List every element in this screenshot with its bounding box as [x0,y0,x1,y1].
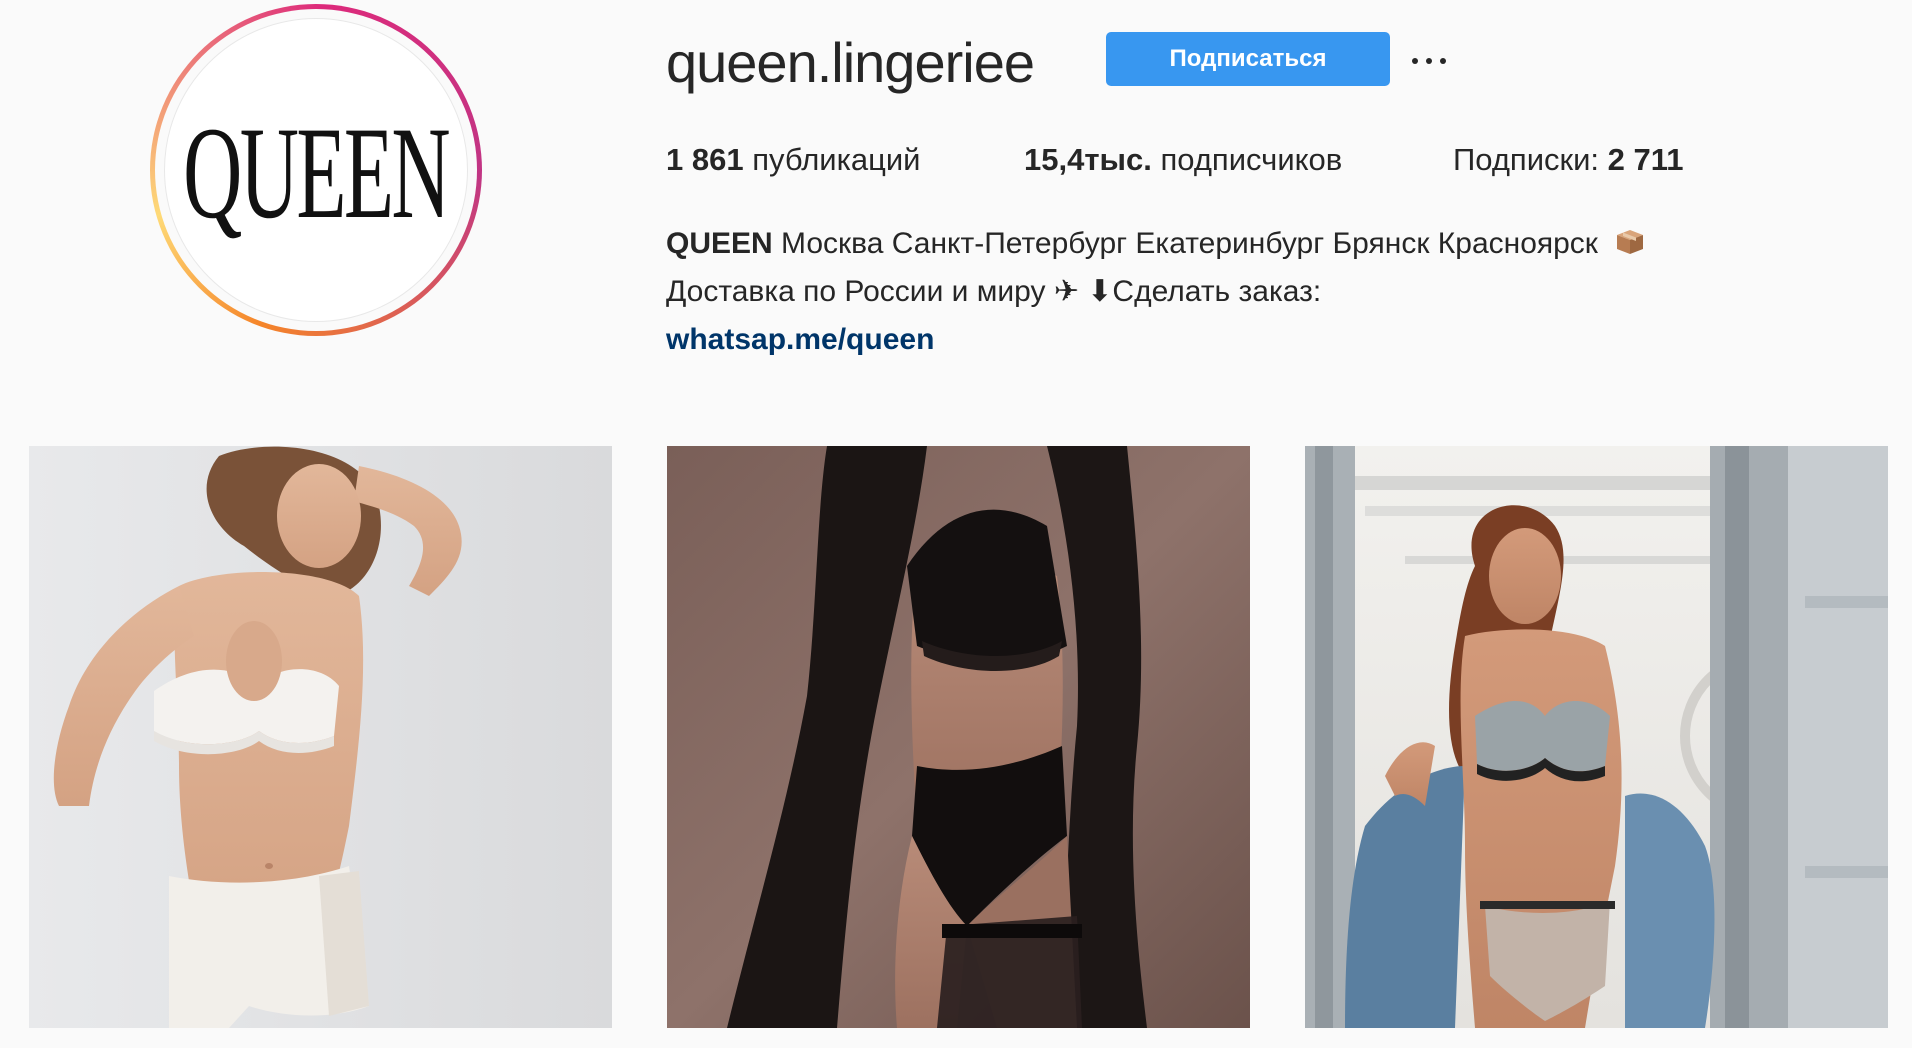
followers-label: подписчиков [1160,142,1343,177]
more-options-icon[interactable] [1412,44,1446,78]
more-dot [1440,58,1446,64]
followers-count: 15,4тыс. [1024,142,1152,177]
post-thumbnail[interactable] [29,446,612,1028]
avatar-logo-text: QUEEN [183,99,451,246]
more-dot [1412,58,1418,64]
profile-avatar[interactable]: QUEEN [150,4,482,336]
stat-followers[interactable]: 15,4тыс. подписчиков [1024,140,1342,180]
avatar-image: QUEEN [164,18,468,322]
following-label: Подписки: [1453,142,1600,177]
avatar-ring-gap: QUEEN [155,9,477,331]
following-count: 2 711 [1607,142,1684,177]
photo-grey-lingerie-denim [1305,446,1888,1028]
photo-black-lingerie [667,446,1250,1028]
profile-bio: QUEEN Москва Санкт-Петербург Екатеринбур… [666,220,1644,364]
post-thumbnail[interactable] [1305,446,1888,1028]
bio-line-1: QUEEN Москва Санкт-Петербург Екатеринбур… [666,220,1644,268]
follow-button[interactable]: Подписаться [1106,32,1390,86]
bio-line-2: Доставка по России и миру ✈ ⬇Сделать зак… [666,275,1322,308]
bio-cities: Москва Санкт-Петербург Екатеринбург Брян… [781,227,1598,260]
bio-name: QUEEN [666,227,773,260]
profile-username: queen.lingeriee [666,31,1035,94]
package-icon [1616,222,1644,254]
bio-line-3: whatsap.me/queen [666,316,1644,364]
post-thumbnail[interactable] [667,446,1250,1028]
posts-label: публикаций [752,142,921,177]
bio-link[interactable]: whatsap.me/queen [666,323,934,356]
more-dot [1426,58,1432,64]
stat-posts: 1 861 публикаций [666,140,920,180]
stat-following[interactable]: Подписки: 2 711 [1453,140,1684,180]
photo-white-lingerie [29,446,612,1028]
posts-count: 1 861 [666,142,744,177]
